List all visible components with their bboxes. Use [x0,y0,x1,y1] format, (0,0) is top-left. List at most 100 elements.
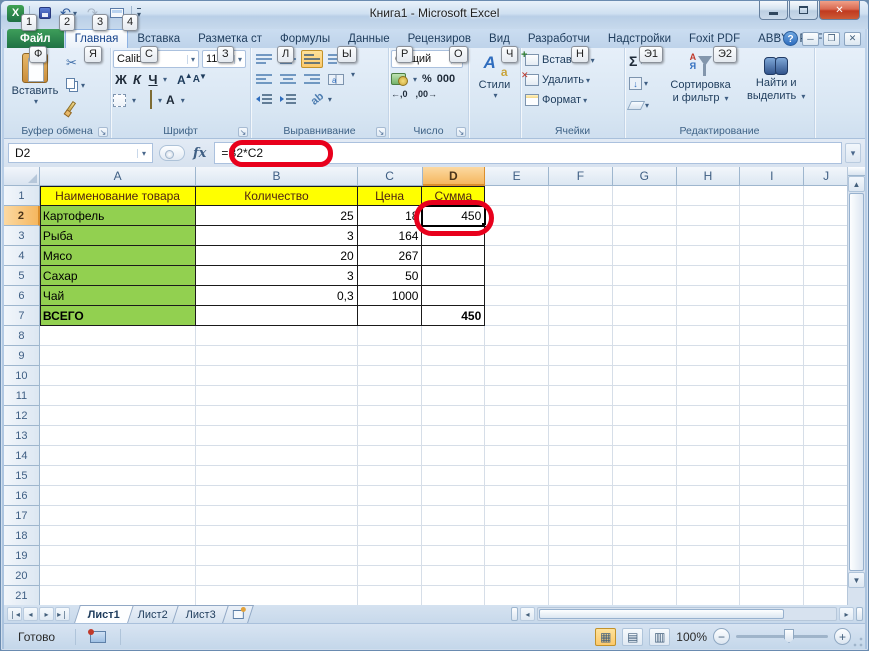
format-painter-button[interactable] [64,97,87,117]
cell-C21[interactable] [358,586,423,605]
cell-I14[interactable] [740,446,805,466]
view-normal-button[interactable]: ▦ [595,627,617,646]
cell-A18[interactable] [39,526,197,546]
cell-C15[interactable] [357,466,423,486]
view-page-layout-button[interactable]: ▤ [622,627,644,646]
cell-E7[interactable] [485,306,550,326]
row-header-12[interactable]: 12 [4,406,40,426]
cell-D17[interactable] [422,506,486,526]
cell-F1[interactable] [549,186,613,206]
cell-I16[interactable] [740,486,805,506]
cell-H1[interactable] [676,186,741,206]
cell-B8[interactable] [196,326,358,346]
cell-B21[interactable] [196,586,358,605]
cell-C19[interactable] [357,546,423,566]
cell-J13[interactable] [804,426,850,446]
cell-F13[interactable] [549,426,613,446]
cell-F14[interactable] [549,446,613,466]
cell-E11[interactable] [485,386,550,406]
cell-F16[interactable] [549,486,613,506]
format-cells-button[interactable]: Формат ▾ [523,90,622,110]
cell-F8[interactable] [549,326,613,346]
tab-Надстройки[interactable]: Надстройки [599,29,680,48]
cell-I15[interactable] [740,466,805,486]
find-select-button[interactable]: Найти и выделить ▾ [740,50,812,124]
cell-B4[interactable]: 20 [196,246,358,266]
cell-D20[interactable] [422,566,486,586]
cell-B14[interactable] [196,446,358,466]
column-header-J[interactable]: J [804,167,850,186]
cell-A14[interactable] [39,446,197,466]
row-header-13[interactable]: 13 [4,426,40,446]
cell-B1[interactable]: Количество [196,186,358,206]
cell-H4[interactable] [676,246,741,266]
cell-G1[interactable] [612,186,677,206]
row-header-3[interactable]: 3 [4,226,40,246]
font-color-button[interactable]: А [166,91,175,109]
clipboard-dialog-launcher[interactable]: ↘ [98,127,108,137]
cell-D5[interactable] [422,266,486,286]
cell-H12[interactable] [676,406,741,426]
align-left-button[interactable] [253,70,275,88]
column-header-I[interactable]: I [740,167,805,186]
cell-I18[interactable] [740,526,805,546]
workbook-close-button[interactable]: ✕ [844,31,861,46]
cell-A11[interactable] [39,386,197,406]
delete-cells-button[interactable]: Удалить▾ [521,70,622,90]
increase-indent-button[interactable] [277,90,299,108]
cell-I3[interactable] [740,226,805,246]
split-handle[interactable] [856,607,863,621]
cell-F6[interactable] [549,286,613,306]
prev-sheet-button[interactable]: ◂ [23,607,38,621]
cell-A15[interactable] [39,466,197,486]
scroll-up-button[interactable]: ▲ [848,176,865,192]
zoom-out-button[interactable]: − [713,628,730,645]
cell-G18[interactable] [612,526,677,546]
cell-G16[interactable] [612,486,677,506]
cell-G5[interactable] [612,266,677,286]
cell-E20[interactable] [485,566,550,586]
next-sheet-button[interactable]: ▸ [39,607,54,621]
cell-A21[interactable] [40,586,197,605]
cell-H11[interactable] [676,386,741,406]
cell-J10[interactable] [804,366,850,386]
row-header-9[interactable]: 9 [4,346,40,366]
cell-D8[interactable] [422,326,486,346]
cell-H9[interactable] [676,346,741,366]
workbook-restore-button[interactable]: ❐ [823,31,840,46]
cell-E3[interactable] [485,226,550,246]
fill-button[interactable]: ↓ ▾ [627,73,661,93]
cell-B16[interactable] [196,486,358,506]
cell-C3[interactable]: 164 [357,226,423,246]
currency-format-icon[interactable] [391,73,408,86]
cell-G10[interactable] [612,366,677,386]
cell-F10[interactable] [549,366,613,386]
cell-I12[interactable] [740,406,805,426]
clear-button[interactable]: ▾ [626,95,661,115]
borders-icon[interactable] [113,93,126,107]
name-box[interactable]: D2 ▾ [8,143,153,163]
cell-J6[interactable] [804,286,850,306]
cell-J3[interactable] [804,226,850,246]
horizontal-scrollbar[interactable] [537,607,837,621]
cell-J17[interactable] [804,506,850,526]
cell-J21[interactable] [804,586,850,605]
cell-F5[interactable] [549,266,613,286]
column-header-E[interactable]: E [485,167,550,186]
cell-D6[interactable] [422,286,486,306]
cell-G6[interactable] [612,286,677,306]
cell-F12[interactable] [549,406,613,426]
cell-A13[interactable] [39,426,197,446]
cell-J18[interactable] [804,526,850,546]
cell-G21[interactable] [613,586,677,605]
grow-font-button[interactable]: А ▲ [177,71,193,87]
cell-H17[interactable] [676,506,741,526]
cell-J12[interactable] [804,406,850,426]
row-header-2[interactable]: 2 [4,206,40,226]
align-center-button[interactable] [277,70,299,88]
column-header-G[interactable]: G [612,167,677,186]
cell-E17[interactable] [485,506,550,526]
cell-C8[interactable] [357,326,423,346]
cell-D19[interactable] [422,546,486,566]
cell-I5[interactable] [740,266,805,286]
